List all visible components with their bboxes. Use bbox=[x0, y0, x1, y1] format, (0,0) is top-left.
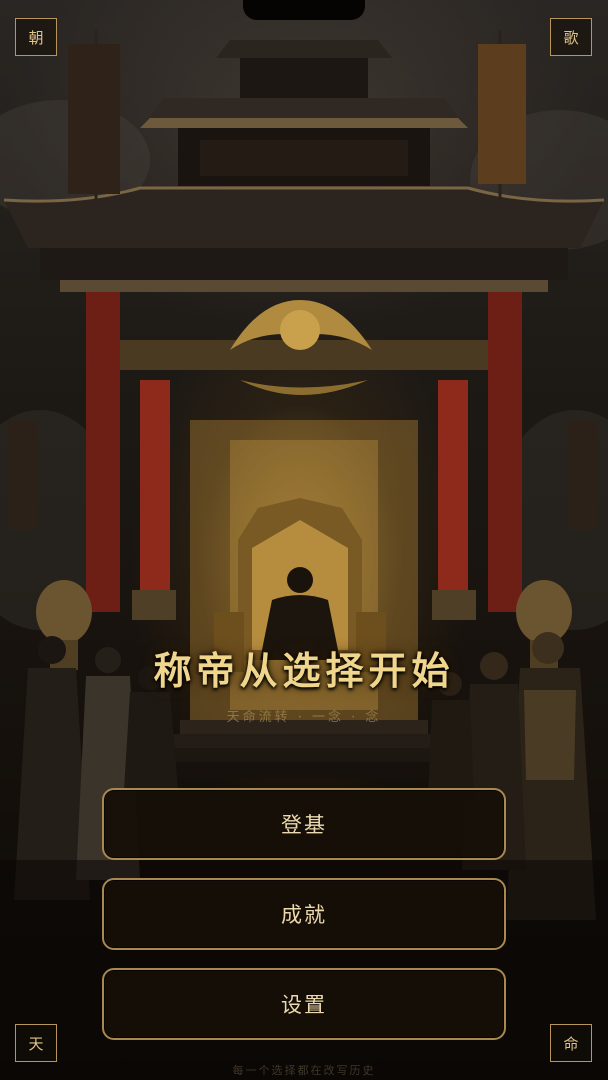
dragon-ornament bbox=[118, 300, 490, 395]
corner-ornament-top-left: 朝 bbox=[15, 18, 57, 56]
title-screen: 朝 歌 天 命 称帝从选择开始 天命流转 · 一念 · 念 登基 成就 设置 每… bbox=[0, 0, 608, 1080]
game-subtitle: 天命流转 · 一念 · 念 bbox=[226, 710, 382, 725]
footer-tagline: 每一个选择都在改写历史 bbox=[232, 1064, 376, 1077]
achievements-button[interactable]: 成就 bbox=[102, 878, 506, 950]
ascend-throne-button[interactable]: 登基 bbox=[102, 788, 506, 860]
settings-button[interactable]: 设置 bbox=[102, 968, 506, 1040]
corner-ornament-bottom-right: 命 bbox=[550, 1024, 592, 1062]
game-title: 称帝从选择开始 bbox=[153, 648, 455, 693]
throne-steps bbox=[138, 720, 470, 778]
camera-notch bbox=[243, 0, 365, 20]
corner-ornament-top-right: 歌 bbox=[550, 18, 592, 56]
palace-roof-top bbox=[140, 40, 468, 186]
corner-ornament-bottom-left: 天 bbox=[15, 1024, 57, 1062]
palace-roof-main bbox=[3, 186, 605, 292]
